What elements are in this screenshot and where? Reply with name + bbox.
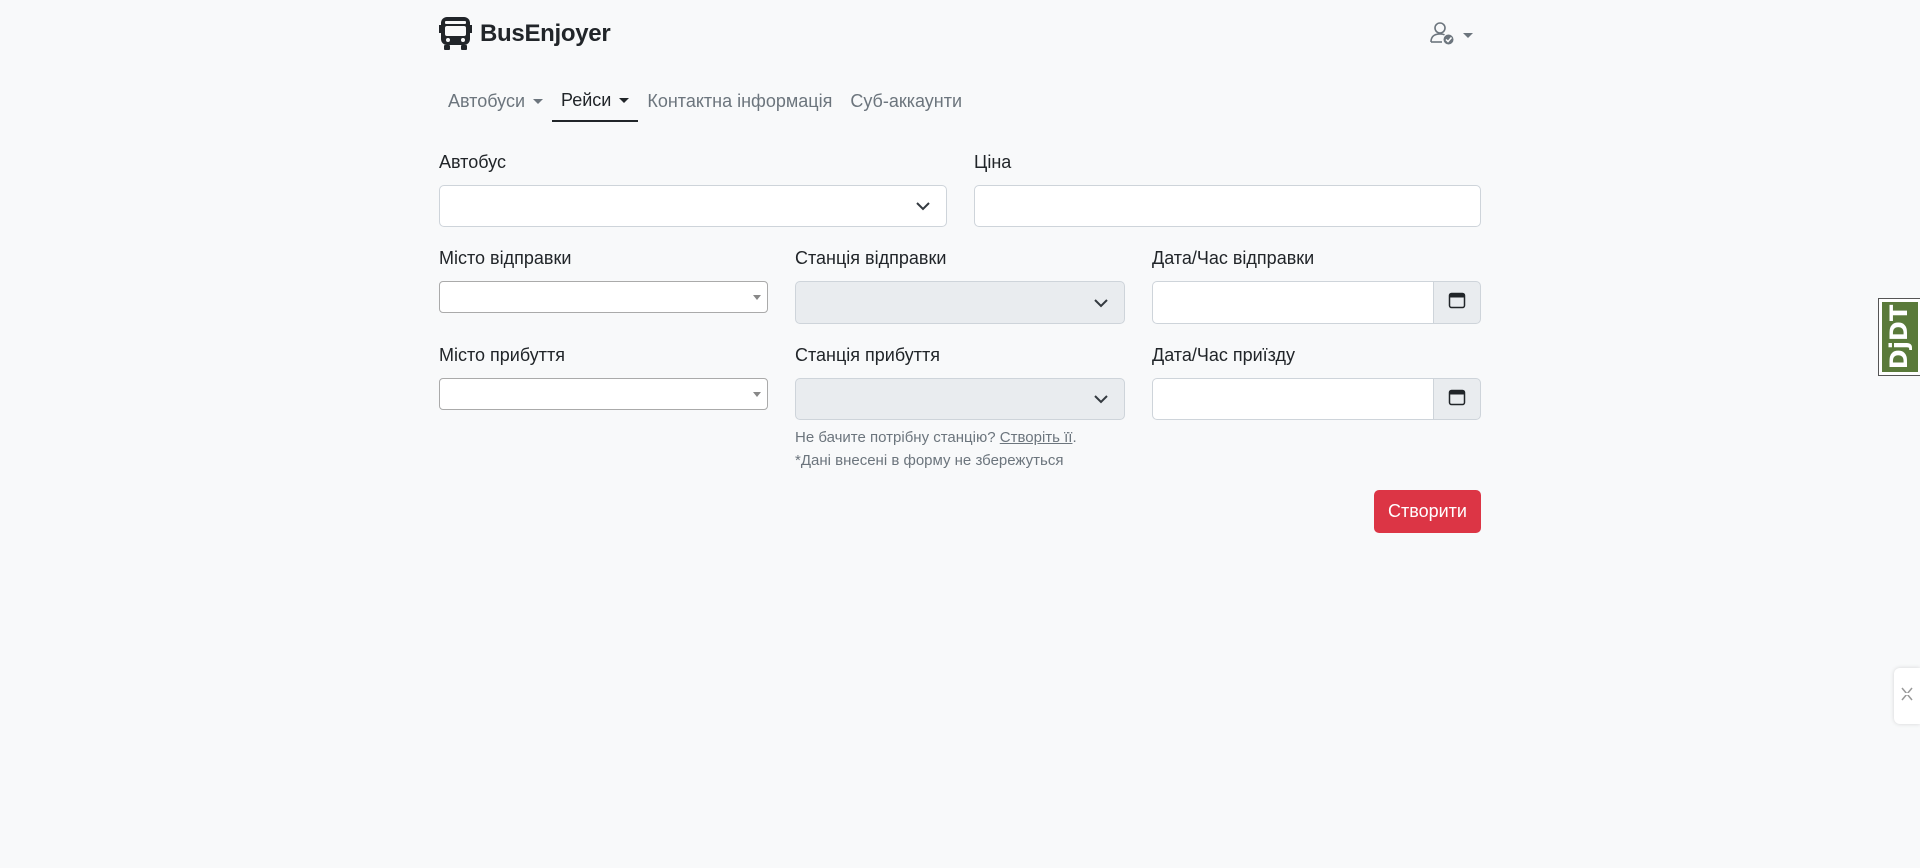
arrival-datetime-label: Дата/Час приїзду <box>1152 345 1296 365</box>
calendar-icon <box>1448 291 1466 314</box>
arrival-city-select[interactable] <box>439 378 768 410</box>
help-prefix: Не бачите потрібну станцію? <box>795 429 996 446</box>
chevron-down-icon <box>533 98 543 104</box>
create-button[interactable]: Створити <box>1374 490 1481 533</box>
collapse-icon <box>1900 685 1914 708</box>
nav-item-contact-info[interactable]: Контактна інформація <box>638 80 841 122</box>
form-note: *Дані внесені в форму не збережуться <box>795 452 1064 469</box>
nav-item-label: Рейси <box>561 89 612 110</box>
bus-select[interactable] <box>439 185 947 227</box>
price-label: Ціна <box>974 152 1012 172</box>
chevron-down-icon <box>619 97 630 103</box>
brand[interactable]: BusEnjoyer <box>439 16 611 51</box>
departure-station-select[interactable] <box>795 281 1125 324</box>
side-panel-toggle[interactable] <box>1894 668 1920 724</box>
user-menu-toggle[interactable] <box>1429 20 1473 51</box>
nav-item-label: Контактна інформація <box>647 90 833 111</box>
main-nav: Автобуси Рейси Контактна інформація Суб-… <box>439 80 971 122</box>
departure-station-label: Станція відправки <box>795 248 947 268</box>
debug-toolbar-handle[interactable]: DjDT <box>1878 298 1920 376</box>
departure-datetime-group <box>1152 281 1481 324</box>
arrival-station-label: Станція прибуття <box>795 345 941 365</box>
bus-label: Автобус <box>439 152 506 172</box>
debug-toolbar-label: DjDT <box>1885 304 1914 370</box>
departure-datetime-label: Дата/Час відправки <box>1152 248 1315 268</box>
departure-calendar-button[interactable] <box>1433 281 1481 324</box>
departure-city-select[interactable] <box>439 281 768 313</box>
departure-city-label: Місто відправки <box>439 248 572 268</box>
departure-datetime-input[interactable] <box>1152 281 1433 324</box>
debug-toolbar-logo: DjDT <box>1881 302 1918 372</box>
chevron-down-icon <box>1094 394 1108 404</box>
arrival-datetime-group <box>1152 378 1481 420</box>
nav-item-buses[interactable]: Автобуси <box>439 80 552 122</box>
arrival-datetime-input[interactable] <box>1152 378 1433 420</box>
create-station-link[interactable]: Створіть її <box>1000 429 1073 446</box>
dropdown-arrow-icon <box>753 391 761 397</box>
nav-item-trips[interactable]: Рейси <box>552 80 639 122</box>
calendar-icon <box>1448 388 1466 411</box>
arrival-city-label: Місто прибуття <box>439 345 566 365</box>
nav-item-label: Суб-аккаунти <box>850 90 963 111</box>
bus-icon <box>439 16 472 51</box>
arrival-station-select[interactable] <box>795 378 1125 420</box>
chevron-down-icon <box>916 201 930 211</box>
station-help-text: Не бачите потрібну станцію? Створіть її. <box>795 426 1077 449</box>
price-input[interactable] <box>974 185 1481 227</box>
chevron-down-icon <box>1463 33 1473 38</box>
nav-item-label: Автобуси <box>448 90 525 111</box>
nav-item-sub-accounts[interactable]: Суб-аккаунти <box>841 80 971 122</box>
chevron-down-icon <box>1094 298 1108 308</box>
user-check-icon <box>1429 20 1455 51</box>
arrival-calendar-button[interactable] <box>1433 378 1481 420</box>
brand-name: BusEnjoyer <box>480 19 611 47</box>
help-suffix: . <box>1072 429 1077 446</box>
dropdown-arrow-icon <box>753 294 761 300</box>
